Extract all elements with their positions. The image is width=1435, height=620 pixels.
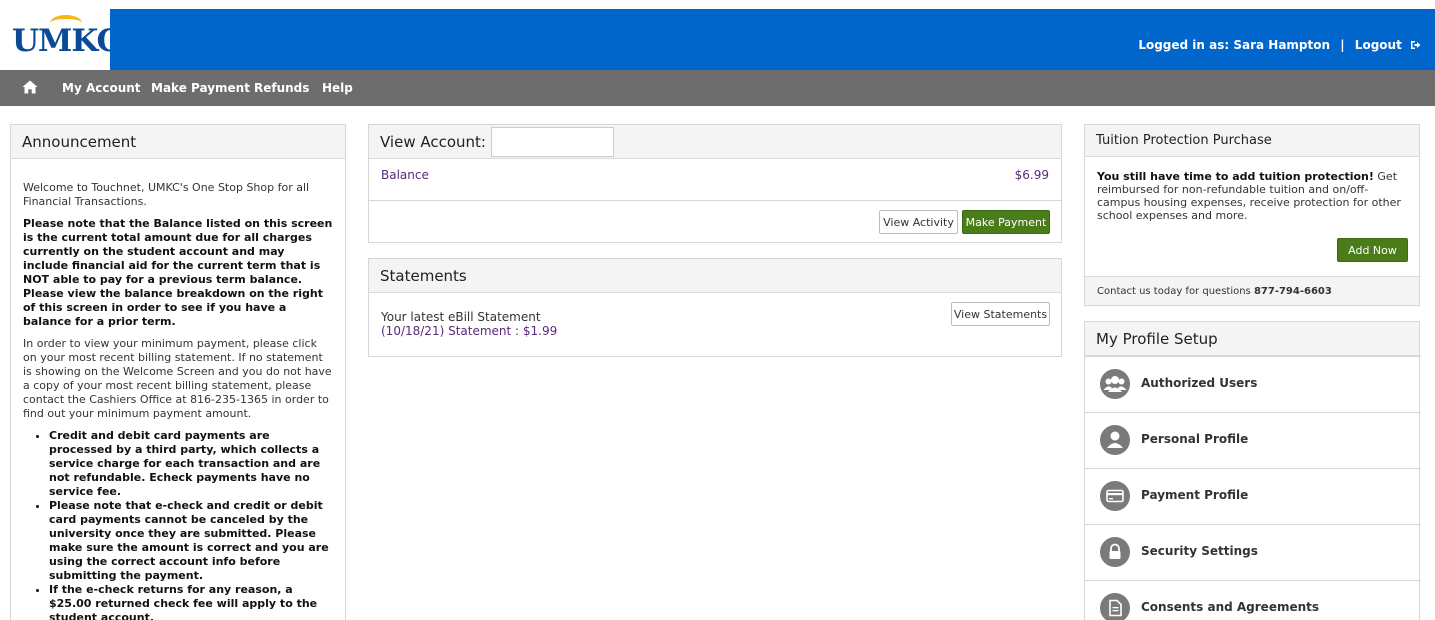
nav-make-payment[interactable]: Make Payment — [151, 81, 250, 95]
announcement-panel: Announcement Welcome to Touchnet, UMKC's… — [10, 124, 346, 620]
profile-item-personal-profile[interactable]: Personal Profile — [1085, 412, 1421, 468]
profile-item-label: Personal Profile — [1141, 432, 1249, 446]
statements-title: Statements — [369, 259, 1061, 293]
statement-link[interactable]: (10/18/21) Statement : $1.99 — [381, 324, 557, 338]
contact-phone: 877-794-6603 — [1253, 286, 1332, 297]
profile-setup-panel: My Profile Setup Authorized Users Person… — [1084, 321, 1421, 620]
credit-card-icon — [1100, 481, 1130, 511]
list-item: Credit and debit card payments are proce… — [49, 429, 333, 499]
tuition-protection-bold: You still have time to add tuition prote… — [1097, 170, 1374, 183]
tuition-protection-title: Tuition Protection Purchase — [1085, 125, 1419, 157]
announcement-balance-note: Please note that the Balance listed on t… — [23, 217, 333, 328]
announcement-intro: Welcome to Touchnet, UMKC's One Stop Sho… — [23, 181, 310, 208]
profile-item-label: Authorized Users — [1141, 376, 1258, 390]
make-payment-button[interactable]: Make Payment — [962, 210, 1050, 234]
header: UMKC Logged in as: Sara Hampton | Logout — [0, 0, 1435, 70]
logout-link[interactable]: Logout — [1355, 38, 1402, 52]
profile-item-label: Consents and Agreements — [1141, 600, 1320, 614]
tuition-protection-text: You still have time to add tuition prote… — [1097, 170, 1409, 222]
person-icon — [1100, 425, 1130, 455]
header-bar: Logged in as: Sara Hampton | Logout — [110, 9, 1435, 70]
logout-icon[interactable] — [1410, 40, 1421, 50]
announcement-title: Announcement — [11, 125, 345, 159]
profile-item-consents-agreements[interactable]: Consents and Agreements — [1085, 580, 1421, 620]
logged-in-label: Logged in as: Sara Hampton — [1138, 38, 1331, 52]
announcement-minimum-payment: In order to view your minimum payment, p… — [23, 337, 332, 420]
account-select[interactable] — [491, 127, 614, 157]
umkc-logo[interactable]: UMKC — [12, 23, 121, 59]
nav-refunds[interactable]: Refunds — [254, 81, 309, 95]
profile-setup-title: My Profile Setup — [1085, 322, 1419, 356]
statements-panel: Statements Your latest eBill Statement (… — [368, 258, 1062, 357]
view-account-header: View Account: — [369, 125, 1061, 159]
view-activity-button[interactable]: View Activity — [879, 210, 958, 234]
view-statements-button[interactable]: View Statements — [951, 302, 1050, 326]
document-icon — [1100, 593, 1130, 620]
nav-help[interactable]: Help — [322, 81, 353, 95]
profile-item-security-settings[interactable]: Security Settings — [1085, 524, 1421, 580]
divider — [369, 200, 1061, 201]
announcement-bullets: Credit and debit card payments are proce… — [49, 429, 333, 620]
home-icon[interactable] — [22, 80, 38, 94]
nav-my-account[interactable]: My Account — [62, 81, 141, 95]
view-account-panel: View Account: Balance $6.99 View Activit… — [368, 124, 1062, 243]
contact-text: Contact us today for questions 877-794-6… — [1097, 286, 1332, 297]
view-account-title: View Account: — [380, 133, 486, 151]
tuition-contact-footer: Contact us today for questions 877-794-6… — [1085, 276, 1419, 305]
lock-icon — [1100, 537, 1130, 567]
header-top-strip — [0, 0, 1435, 9]
balance-value: $6.99 — [1014, 168, 1049, 182]
list-item: If the e-check returns for any reason, a… — [49, 583, 333, 620]
profile-item-label: Security Settings — [1141, 544, 1258, 558]
profile-item-payment-profile[interactable]: Payment Profile — [1085, 468, 1421, 524]
profile-item-authorized-users[interactable]: Authorized Users — [1085, 356, 1421, 412]
list-item: Please note that e-check and credit or d… — [49, 499, 333, 583]
latest-ebill-label: Your latest eBill Statement — [381, 310, 541, 324]
login-separator: | — [1340, 38, 1345, 52]
main-nav: My Account Make Payment Refunds Help — [0, 70, 1435, 106]
tuition-protection-panel: Tuition Protection Purchase You still ha… — [1084, 124, 1420, 306]
add-now-button[interactable]: Add Now — [1337, 238, 1408, 262]
login-info: Logged in as: Sara Hampton | Logout — [1138, 38, 1421, 52]
balance-label[interactable]: Balance — [381, 168, 429, 182]
profile-item-label: Payment Profile — [1141, 488, 1249, 502]
users-icon — [1100, 369, 1130, 399]
announcement-body: Welcome to Touchnet, UMKC's One Stop Sho… — [11, 159, 345, 620]
logo-area[interactable]: UMKC — [0, 9, 121, 70]
